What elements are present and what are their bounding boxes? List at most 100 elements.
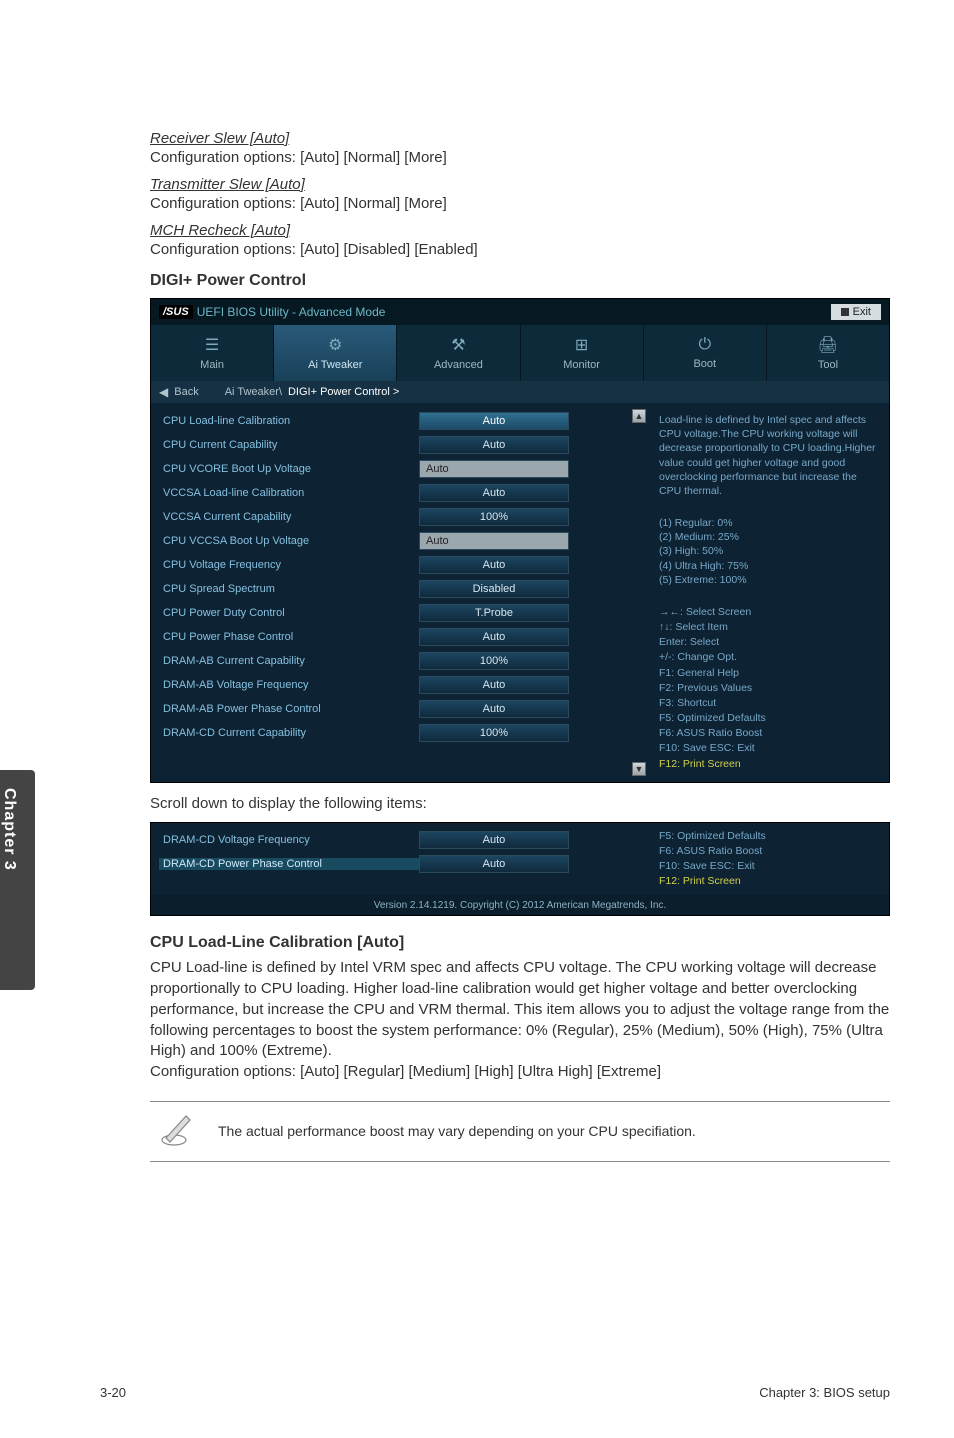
tab-monitor[interactable]: ⊞Monitor	[521, 325, 644, 381]
scroll-up-icon[interactable]: ▲	[632, 409, 646, 423]
bios-body: CPU Load-line CalibrationAutoCPU Current…	[151, 403, 889, 782]
asus-logo: /SUS	[159, 305, 193, 319]
setting-options: Configuration options: [Auto] [Normal] […	[150, 195, 890, 212]
setting-row[interactable]: CPU Load-line CalibrationAuto	[159, 409, 623, 432]
tab-ai-tweaker[interactable]: ⚙Ai Tweaker	[274, 325, 397, 381]
settings-list-2: DRAM-CD Voltage FrequencyAutoDRAM-CD Pow…	[151, 823, 631, 896]
setting-row[interactable]: CPU Power Duty ControlT.Probe	[159, 601, 623, 624]
setting-row[interactable]: CPU VCCSA Boot Up VoltageAuto	[159, 529, 623, 552]
tab-icon: ☰	[205, 335, 219, 355]
setting-value[interactable]: Auto	[419, 412, 569, 430]
note-box: The actual performance boost may vary de…	[150, 1101, 890, 1162]
setting-label: CPU VCCSA Boot Up Voltage	[159, 535, 419, 547]
setting-row[interactable]: CPU Spread SpectrumDisabled	[159, 577, 623, 600]
help-key: F10: Save ESC: Exit	[659, 741, 877, 755]
setting-row[interactable]: CPU Voltage FrequencyAuto	[159, 553, 623, 576]
setting-title: MCH Recheck [Auto]	[150, 222, 890, 239]
setting-value[interactable]: Auto	[419, 460, 569, 478]
setting-title: Transmitter Slew [Auto]	[150, 176, 890, 193]
setting-row[interactable]: DRAM-AB Voltage FrequencyAuto	[159, 673, 623, 696]
setting-label: CPU VCORE Boot Up Voltage	[159, 463, 419, 475]
setting-row[interactable]: CPU VCORE Boot Up VoltageAuto	[159, 457, 623, 480]
setting-value[interactable]: Auto	[419, 676, 569, 694]
help-keys: →←: Select Screen↑↓: Select ItemEnter: S…	[659, 605, 877, 771]
setting-row[interactable]: DRAM-AB Current Capability100%	[159, 649, 623, 672]
help-key-highlight: F12: Print Screen	[659, 757, 877, 771]
exit-button[interactable]: Exit	[831, 304, 881, 320]
help-key-highlight: F12: Print Screen	[659, 874, 877, 888]
page-content: Receiver Slew [Auto] Configuration option…	[150, 130, 890, 1162]
bios-screenshot: /SUS UEFI BIOS Utility - Advanced Mode E…	[150, 298, 890, 783]
setting-label: DRAM-CD Current Capability	[159, 727, 419, 739]
back-label[interactable]: Back	[174, 386, 198, 398]
setting-label: VCCSA Current Capability	[159, 511, 419, 523]
setting-value[interactable]: Auto	[419, 556, 569, 574]
setting-value[interactable]: Auto	[419, 436, 569, 454]
tab-icon: ⏻	[698, 336, 711, 354]
help-level: (2) Medium: 25%	[659, 530, 877, 544]
tab-label: Ai Tweaker	[308, 359, 362, 371]
subsection-heading: CPU Load-Line Calibration [Auto]	[150, 934, 890, 952]
help-description: Load-line is defined by Intel spec and a…	[659, 413, 877, 498]
breadcrumb-current: DIGI+ Power Control >	[288, 386, 399, 398]
setting-label: CPU Current Capability	[159, 439, 419, 451]
breadcrumb-path: Ai Tweaker\	[225, 386, 282, 398]
setting-label: DRAM-AB Power Phase Control	[159, 703, 419, 715]
setting-value[interactable]: Auto	[419, 855, 569, 873]
setting-value[interactable]: 100%	[419, 724, 569, 742]
setting-label: DRAM-AB Current Capability	[159, 655, 419, 667]
help-key: ↑↓: Select Item	[659, 620, 877, 634]
help-key: F2: Previous Values	[659, 681, 877, 695]
tab-advanced[interactable]: ⚒Advanced	[397, 325, 520, 381]
tab-boot[interactable]: ⏻Boot	[644, 325, 767, 381]
bios-footer: Version 2.14.1219. Copyright (C) 2012 Am…	[151, 895, 889, 915]
help-level: (4) Ultra High: 75%	[659, 559, 877, 573]
scroll-note: Scroll down to display the following ite…	[150, 795, 890, 812]
help-key: F6: ASUS Ratio Boost	[659, 726, 877, 740]
exit-label: Exit	[853, 306, 871, 318]
tab-label: Tool	[818, 359, 838, 371]
help-key: F1: General Help	[659, 666, 877, 680]
setting-value[interactable]: Auto	[419, 532, 569, 550]
setting-row[interactable]: DRAM-CD Voltage FrequencyAuto	[159, 829, 623, 852]
tab-main[interactable]: ☰ Main	[151, 325, 274, 381]
tab-label: Advanced	[434, 359, 483, 371]
setting-value[interactable]: Auto	[419, 484, 569, 502]
tab-icon: 🖨	[818, 335, 838, 355]
scrollbar-2[interactable]	[631, 823, 647, 896]
scroll-down-icon[interactable]: ▼	[632, 762, 646, 776]
setting-row[interactable]: CPU Current CapabilityAuto	[159, 433, 623, 456]
setting-row[interactable]: DRAM-CD Power Phase ControlAuto	[159, 853, 623, 876]
scrollbar[interactable]: ▲ ▼	[631, 403, 647, 782]
setting-row[interactable]: DRAM-CD Current Capability100%	[159, 721, 623, 744]
page-number: 3-20	[100, 1385, 126, 1400]
help-panel-2: F5: Optimized DefaultsF6: ASUS Ratio Boo…	[647, 823, 889, 896]
setting-label: DRAM-CD Voltage Frequency	[159, 834, 419, 846]
setting-row[interactable]: VCCSA Current Capability100%	[159, 505, 623, 528]
tab-label: Main	[200, 359, 224, 371]
tab-tool[interactable]: 🖨 Tool	[767, 325, 889, 381]
bios-screenshot-2: DRAM-CD Voltage FrequencyAutoDRAM-CD Pow…	[150, 822, 890, 917]
bios-title-text: UEFI BIOS Utility - Advanced Mode	[197, 305, 386, 319]
help-key: F10: Save ESC: Exit	[659, 859, 877, 873]
setting-value[interactable]: T.Probe	[419, 604, 569, 622]
setting-row[interactable]: VCCSA Load-line CalibrationAuto	[159, 481, 623, 504]
settings-list: CPU Load-line CalibrationAutoCPU Current…	[151, 403, 631, 782]
tab-label: Monitor	[563, 359, 600, 371]
setting-value[interactable]: Auto	[419, 628, 569, 646]
setting-value[interactable]: 100%	[419, 652, 569, 670]
setting-options: Configuration options: [Auto] [Normal] […	[150, 149, 890, 166]
back-icon[interactable]: ◀	[159, 385, 168, 399]
note-text: The actual performance boost may vary de…	[218, 1123, 696, 1139]
setting-label: CPU Power Phase Control	[159, 631, 419, 643]
bios-title: /SUS UEFI BIOS Utility - Advanced Mode	[159, 305, 385, 319]
chapter-footer: Chapter 3: BIOS setup	[759, 1385, 890, 1400]
setting-row[interactable]: CPU Power Phase ControlAuto	[159, 625, 623, 648]
subsection-body: CPU Load-line is defined by Intel VRM sp…	[150, 958, 890, 1061]
setting-value[interactable]: Disabled	[419, 580, 569, 598]
setting-value[interactable]: Auto	[419, 831, 569, 849]
setting-title: Receiver Slew [Auto]	[150, 130, 890, 147]
setting-value[interactable]: 100%	[419, 508, 569, 526]
setting-value[interactable]: Auto	[419, 700, 569, 718]
setting-row[interactable]: DRAM-AB Power Phase ControlAuto	[159, 697, 623, 720]
